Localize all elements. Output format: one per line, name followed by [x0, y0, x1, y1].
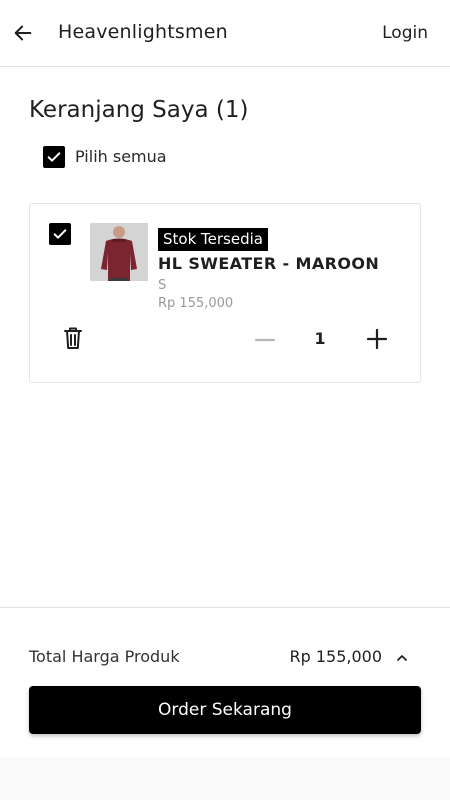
plus-icon [366, 328, 388, 350]
maroon-sweater-photo [90, 223, 148, 281]
login-link[interactable]: Login [382, 23, 428, 43]
select-all-checkbox[interactable] [43, 146, 65, 168]
chevron-up-icon[interactable] [394, 650, 410, 666]
top-app-bar: Heavenlightsmen Login [0, 0, 450, 67]
brand-title: Heavenlightsmen [58, 21, 228, 43]
bottom-spacer [0, 757, 450, 800]
stock-badge: Stok Tersedia [158, 228, 268, 251]
decrease-quantity-button[interactable] [253, 328, 277, 352]
checkmark-icon [53, 229, 67, 239]
total-value: Rp 155,000 [289, 647, 382, 666]
product-name[interactable]: HL SWEATER - MAROON [158, 254, 379, 273]
item-checkbox[interactable] [49, 223, 71, 245]
total-label: Total Harga Produk [29, 647, 180, 666]
checkmark-icon [47, 152, 61, 162]
order-now-button[interactable]: Order Sekarang [29, 686, 421, 734]
checkout-footer: Total Harga Produk Rp 155,000 Order Seka… [0, 607, 450, 757]
increase-quantity-button[interactable] [365, 327, 389, 351]
product-price: Rp 155,000 [158, 296, 234, 311]
page-title: Keranjang Saya (1) [29, 97, 249, 123]
cart-item-card: Stok Tersedia HL SWEATER - MAROON S Rp 1… [29, 203, 421, 383]
minus-icon [254, 338, 276, 342]
select-all-label: Pilih semua [75, 147, 167, 166]
back-arrow-icon[interactable] [12, 22, 34, 44]
quantity-value: 1 [314, 329, 326, 348]
product-size: S [158, 278, 167, 293]
trash-icon[interactable] [62, 326, 84, 350]
product-image[interactable] [90, 223, 148, 281]
